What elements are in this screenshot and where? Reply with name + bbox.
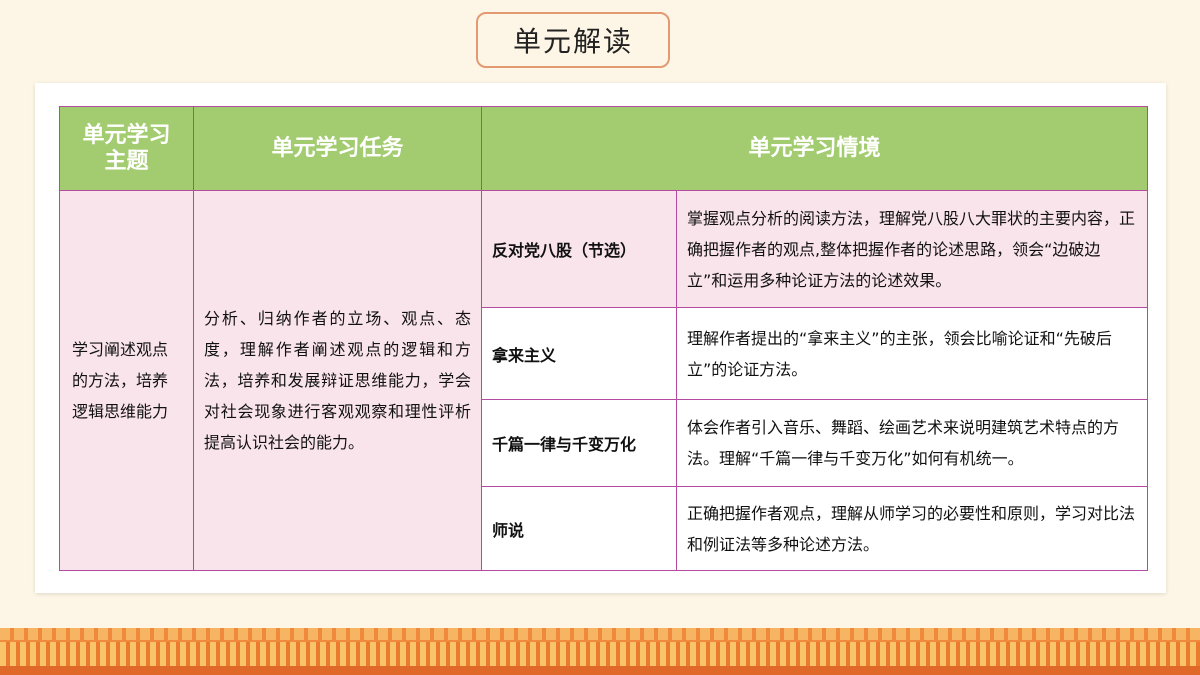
decorative-bars	[0, 642, 1200, 666]
theme-cell: 学习阐述观点的方法，培养逻辑思维能力	[59, 190, 194, 571]
header-task: 单元学习任务	[193, 106, 482, 191]
table-header-row: 单元学习主题 单元学习任务 单元学习情境	[59, 106, 1149, 191]
slide-title: 单元解读	[476, 12, 670, 68]
context-name: 千篇一律与千变万化	[481, 399, 677, 487]
decorative-scallop	[0, 628, 1200, 640]
context-name: 师说	[481, 486, 677, 571]
decorative-strip	[0, 666, 1200, 675]
unit-table: 单元学习主题 单元学习任务 单元学习情境 学习阐述观点的方法，培养逻辑思维能力 …	[59, 106, 1149, 571]
context-text: 正确把握作者观点，理解从师学习的必要性和原则，学习对比法和例证法等多种论述方法。	[675, 486, 1149, 571]
context-text: 理解作者提出的“拿来主义”的主张，领会比喻论证和“先破后立”的论证方法。	[675, 307, 1149, 400]
decorative-border	[0, 628, 1200, 675]
task-cell: 分析、归纳作者的立场、观点、态度，理解作者阐述观点的逻辑和方法，培养和发展辩证思…	[193, 190, 482, 571]
header-context: 单元学习情境	[480, 106, 1149, 191]
header-theme: 单元学习主题	[59, 106, 194, 191]
context-name: 拿来主义	[481, 307, 677, 400]
table-row: 学习阐述观点的方法，培养逻辑思维能力 分析、归纳作者的立场、观点、态度，理解作者…	[59, 190, 1149, 571]
context-text: 掌握观点分析的阅读方法，理解党八股八大罪状的主要内容，正确把握作者的观点,整体把…	[675, 190, 1149, 308]
context-name: 反对党八股（节选）	[481, 190, 677, 308]
context-text: 体会作者引入音乐、舞蹈、绘画艺术来说明建筑艺术特点的方法。理解“千篇一律与千变万…	[675, 399, 1149, 487]
